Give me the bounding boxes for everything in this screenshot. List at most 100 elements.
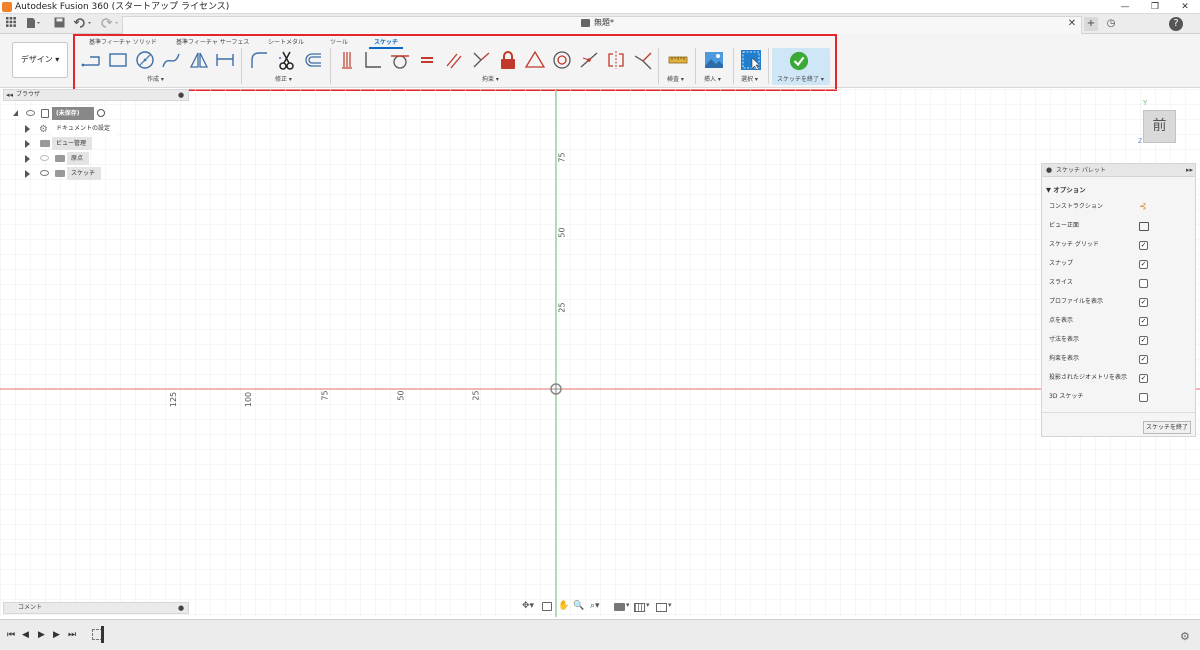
show-points-checkbox[interactable]: ✓ [1139, 317, 1148, 326]
browser-item-label: 原点 [67, 152, 90, 165]
construction-line-icon[interactable]: ⊰ [1139, 201, 1147, 213]
dropdown-caret-icon[interactable]: ▾ [668, 601, 672, 609]
pin-icon[interactable]: ● [178, 90, 184, 100]
snap-checkbox[interactable]: ✓ [1139, 260, 1148, 269]
viewcube[interactable]: 前 [1143, 110, 1176, 143]
palette-option-show-constraints[interactable]: 拘束を表示 ✓ [1049, 353, 1189, 365]
timeline-settings-gear-icon[interactable]: ⚙ [1180, 630, 1190, 643]
viewcube-axis-y: Y [1143, 99, 1148, 107]
folder-icon [40, 140, 50, 147]
look-at-icon[interactable] [542, 602, 552, 611]
option-label: プロファイルを表示 [1049, 298, 1104, 305]
pin-icon[interactable]: ● [1046, 164, 1052, 177]
undo-icon[interactable] [72, 17, 96, 31]
go-to-end-icon[interactable]: ⏭ [68, 630, 76, 640]
palette-finish-sketch-button[interactable]: スケッチを終了 [1143, 421, 1191, 434]
browser-item-origin[interactable]: 原点 [3, 152, 189, 165]
timeline-marker[interactable] [101, 626, 104, 643]
activate-radio-icon[interactable] [97, 109, 105, 117]
palette-option-construction[interactable]: コンストラクション ⊰ [1049, 201, 1189, 213]
show-projected-geometry-checkbox[interactable]: ✓ [1139, 374, 1148, 383]
palette-option-sketch-grid[interactable]: スケッチ グリッド ✓ [1049, 239, 1189, 251]
comment-panel[interactable]: コメント ● [3, 602, 189, 614]
expand-icon[interactable] [25, 125, 30, 133]
options-section-header[interactable]: ▼ オプション [1046, 184, 1086, 194]
palette-header[interactable]: ● スケッチ パレット ▸▸ [1042, 164, 1195, 177]
browser-item-label: (未保存) [52, 107, 94, 120]
palette-option-slice[interactable]: スライス [1049, 277, 1189, 289]
expand-icon[interactable] [25, 170, 30, 178]
help-icon[interactable]: ? [1169, 17, 1183, 31]
palette-option-show-profile[interactable]: プロファイルを表示 ✓ [1049, 296, 1189, 308]
show-profile-checkbox[interactable]: ✓ [1139, 298, 1148, 307]
sketch-toolbar-highlight [73, 34, 837, 91]
palette-option-show-dimensions[interactable]: 寸法を表示 ✓ [1049, 334, 1189, 346]
palette-option-show-points[interactable]: 点を表示 ✓ [1049, 315, 1189, 327]
sketch-grid-checkbox[interactable]: ✓ [1139, 241, 1148, 250]
step-forward-icon[interactable]: ▶ [53, 630, 60, 640]
expand-icon[interactable] [25, 140, 30, 148]
grid-settings-icon[interactable] [634, 603, 645, 612]
expand-icon[interactable] [13, 110, 18, 116]
viewports-icon[interactable] [656, 603, 667, 612]
save-icon[interactable] [52, 17, 66, 31]
dropdown-caret-icon[interactable]: ▾ [626, 601, 630, 609]
eye-icon[interactable] [40, 170, 49, 176]
comment-label: コメント [18, 604, 43, 611]
file-menu-icon[interactable] [24, 17, 44, 31]
palette-title: スケッチ パレット [1056, 167, 1106, 174]
close-window-button[interactable]: ✕ [1170, 0, 1200, 14]
browser-item-root[interactable]: (未保存) [3, 107, 189, 120]
sketch-palette: ● スケッチ パレット ▸▸ ▼ オプション コンストラクション ⊰ ビュー正面… [1041, 163, 1196, 437]
job-status-icon[interactable]: ◷ [1104, 17, 1118, 31]
browser-item-sketches[interactable]: スケッチ [3, 167, 189, 180]
palette-divider [1042, 412, 1195, 413]
slice-checkbox[interactable] [1139, 279, 1148, 288]
pin-icon[interactable]: ● [178, 603, 184, 613]
step-back-icon[interactable]: ◀ [22, 630, 29, 640]
eye-hidden-icon[interactable] [40, 155, 49, 161]
show-constraints-checkbox[interactable]: ✓ [1139, 355, 1148, 364]
browser-item-view-management[interactable]: ビュー管理 [3, 137, 189, 150]
minimize-button[interactable]: — [1110, 0, 1140, 14]
collapse-icon[interactable]: ◂◂ [6, 90, 13, 100]
go-to-start-icon[interactable]: ⏮ [7, 630, 15, 640]
dropdown-caret-icon[interactable]: ▾ [646, 601, 650, 609]
zoom-icon[interactable]: 🔍 [573, 601, 584, 611]
x-tick-label: 25 [471, 390, 481, 401]
timeline-bar: ⏮ ◀ ▶ ▶ ⏭ ⚙ [0, 619, 1200, 650]
expand-icon[interactable] [25, 155, 30, 163]
eye-icon[interactable] [26, 110, 35, 116]
app-title: Autodesk Fusion 360 (スタートアップ ライセンス) [15, 2, 230, 12]
ribbon-toolbar: デザイン ▾ 基準フィーチャ ソリッド 基準フィーチャ サーフェス シートメタル… [0, 34, 1200, 91]
3d-sketch-checkbox[interactable] [1139, 393, 1148, 402]
fit-icon[interactable]: ⌕▾ [590, 601, 600, 611]
document-name: 無題* [594, 18, 614, 27]
show-dimensions-checkbox[interactable]: ✓ [1139, 336, 1148, 345]
redo-icon[interactable] [98, 17, 122, 31]
play-icon[interactable]: ▶ [38, 630, 45, 640]
close-tab-icon[interactable]: ✕ [1066, 17, 1078, 31]
palette-option-show-projected-geometry[interactable]: 投影されたジオメトリを表示 ✓ [1049, 372, 1189, 384]
x-tick-label: 100 [244, 391, 254, 408]
pan-icon[interactable]: ✋ [558, 601, 569, 611]
orbit-icon[interactable]: ✥▾ [522, 601, 534, 611]
expand-panel-icon[interactable]: ▸▸ [1186, 164, 1193, 177]
palette-option-look-at[interactable]: ビュー正面 [1049, 220, 1189, 232]
new-tab-button[interactable]: + [1084, 17, 1098, 31]
gear-icon: ⚙ [39, 124, 48, 135]
document-icon [581, 19, 590, 27]
x-tick-label: 50 [396, 390, 406, 401]
workspace-switcher-button[interactable]: デザイン ▾ [12, 42, 68, 78]
look-at-icon[interactable] [1139, 222, 1149, 231]
browser-header[interactable]: ◂◂ ブラウザ ● [3, 89, 189, 101]
browser-item-label: スケッチ [67, 167, 102, 180]
option-label: 拘束を表示 [1049, 355, 1080, 362]
display-settings-icon[interactable] [614, 603, 625, 611]
palette-option-3d-sketch[interactable]: 3D スケッチ [1049, 391, 1189, 403]
palette-option-snap[interactable]: スナップ ✓ [1049, 258, 1189, 270]
browser-item-document-settings[interactable]: ⚙ ドキュメントの設定 [3, 122, 189, 135]
fusion-app-icon [2, 2, 12, 12]
apps-grid-icon[interactable] [4, 17, 18, 31]
maximize-button[interactable]: ❐ [1140, 0, 1170, 14]
